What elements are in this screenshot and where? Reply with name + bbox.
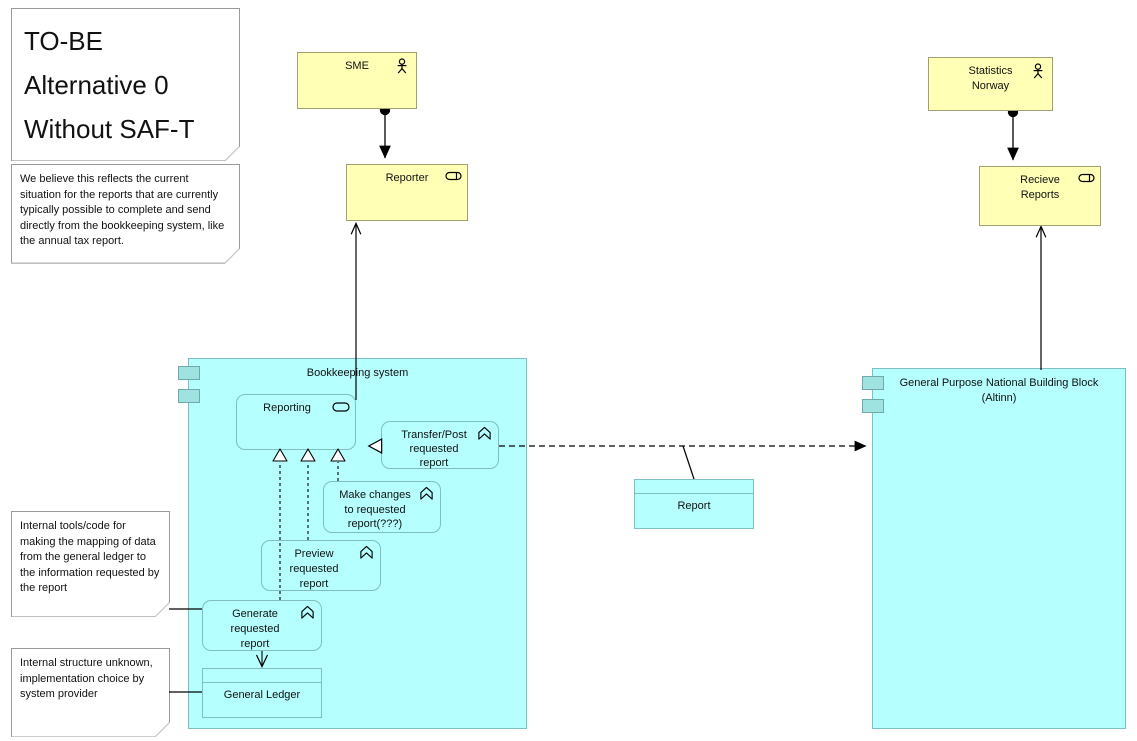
- application-component-altinn[interactable]: General Purpose National Building Block …: [872, 368, 1126, 729]
- application-function-generate-requested-report[interactable]: Generate requested report: [202, 600, 322, 651]
- data-object-header-bar: [635, 480, 753, 494]
- preview-label: Preview requested report: [289, 548, 339, 590]
- reporting-label: Reporting: [263, 402, 311, 414]
- generate-label: Generate requested report: [230, 608, 280, 650]
- application-function-icon: [300, 605, 316, 621]
- application-service-reporting[interactable]: Reporting: [236, 394, 356, 450]
- diagram-title-note: TO-BE Alternative 0 Without SAF-T: [11, 8, 240, 162]
- note-text: Internal tools/code for making the mappi…: [20, 520, 160, 594]
- application-function-make-changes-to-requested-report[interactable]: Make changes to requested report(???): [323, 481, 441, 533]
- application-function-preview-requested-report[interactable]: Preview requested report: [261, 540, 381, 591]
- general-ledger-label: General Ledger: [223, 689, 301, 701]
- altinn-label: General Purpose National Building Block …: [899, 377, 1099, 404]
- connector-report-to-flow: [682, 445, 695, 480]
- recieve-reports-label: Recieve Reports: [1020, 174, 1060, 201]
- report-label: Report: [677, 500, 711, 512]
- data-object-header-bar: [203, 669, 321, 683]
- application-component-icon: [178, 389, 200, 403]
- application-function-icon: [359, 545, 375, 561]
- business-role-reporter[interactable]: Reporter: [346, 164, 468, 221]
- transfer-post-label: Transfer/Post requested report: [401, 429, 467, 469]
- business-actor-sme[interactable]: SME: [297, 52, 417, 109]
- title-line-2: Alternative 0: [24, 70, 169, 100]
- application-function-icon: [419, 486, 435, 502]
- statistics-norway-label: Statistics Norway: [968, 65, 1013, 92]
- title-line-1: TO-BE: [24, 26, 103, 56]
- application-function-icon: [477, 426, 493, 442]
- data-object-general-ledger[interactable]: General Ledger: [202, 668, 322, 718]
- bookkeeping-system-label: Bookkeeping system: [306, 367, 409, 379]
- business-actor-icon: [394, 58, 410, 74]
- business-role-icon: [445, 170, 462, 186]
- application-component-icon: [862, 376, 884, 390]
- note-text: We believe this reflects the current sit…: [20, 173, 225, 247]
- application-service-icon: [332, 401, 350, 417]
- note-text: Internal structure unknown, implementati…: [20, 657, 153, 700]
- business-actor-icon: [1030, 63, 1046, 79]
- title-line-3: Without SAF-T: [24, 114, 195, 144]
- application-component-icon: [862, 399, 884, 413]
- business-actor-statistics-norway[interactable]: Statistics Norway: [928, 57, 1053, 111]
- business-role-icon: [1078, 172, 1095, 188]
- data-object-report[interactable]: Report: [634, 479, 754, 529]
- application-function-transfer-post-requested-report[interactable]: Transfer/Post requested report: [381, 421, 499, 469]
- note-current-situation: We believe this reflects the current sit…: [11, 164, 240, 264]
- business-role-recieve-reports[interactable]: Recieve Reports: [979, 166, 1101, 226]
- sme-label: SME: [345, 60, 369, 72]
- note-internal-structure: Internal structure unknown, implementati…: [11, 648, 170, 738]
- reporter-label: Reporter: [385, 172, 429, 184]
- note-internal-tools: Internal tools/code for making the mappi…: [11, 511, 170, 618]
- application-component-icon: [178, 366, 200, 380]
- archimate-diagram-canvas: TO-BE Alternative 0 Without SAF-T We bel…: [0, 0, 1137, 741]
- make-changes-label: Make changes to requested report(???): [339, 489, 411, 530]
